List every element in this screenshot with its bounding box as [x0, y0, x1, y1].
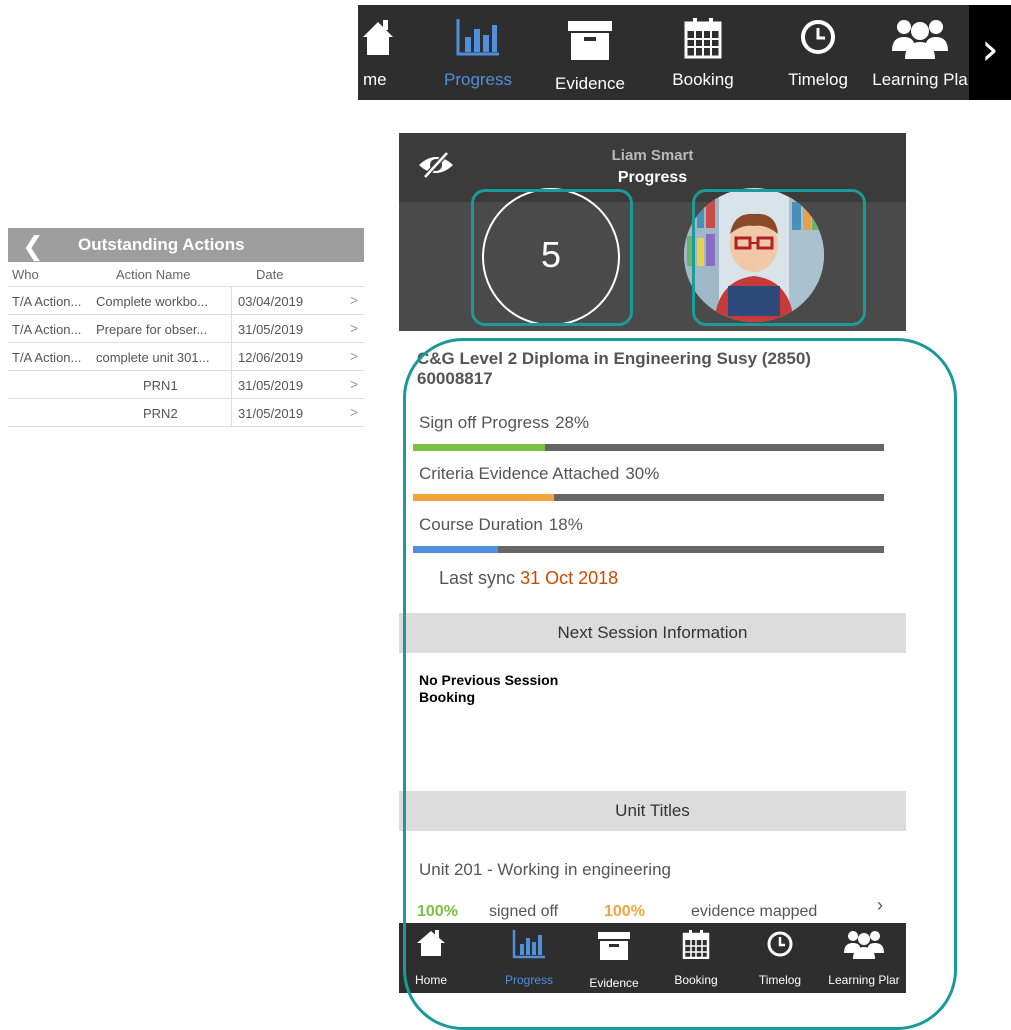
table-row[interactable]: T/A Action... complete unit 301... 12/06…: [8, 342, 364, 370]
tab-booking-label: Booking: [672, 70, 734, 89]
chevron-right-icon: >: [349, 404, 358, 420]
people-icon: [892, 17, 948, 64]
column-who: Who: [12, 267, 39, 282]
row-date: 31/05/2019: [238, 322, 304, 337]
row-date: 31/05/2019: [238, 378, 304, 393]
outstanding-actions-panel: ❮ Outstanding Actions Who Action Name Da…: [8, 228, 364, 427]
tab-home-label: me: [363, 70, 387, 89]
row-who: T/A Action...: [12, 350, 82, 365]
chevron-right-icon: >: [349, 292, 358, 308]
table-row[interactable]: T/A Action... Prepare for obser... 31/05…: [8, 314, 364, 342]
divider: [231, 287, 232, 314]
outstanding-actions-header: ❮ Outstanding Actions: [8, 228, 364, 262]
tab-evidence[interactable]: Evidence: [540, 5, 640, 100]
back-arrow-icon[interactable]: ❮: [22, 231, 44, 262]
home-icon: [361, 17, 395, 62]
chevron-right-icon: >: [349, 376, 358, 392]
table-row[interactable]: PRN1 31/05/2019 >: [8, 370, 364, 398]
clock-icon: [800, 17, 836, 62]
progress-chart-icon: [455, 17, 501, 62]
tab-learning-plan-label: Learning Pla: [872, 70, 968, 89]
chevron-right-icon[interactable]: ›: [969, 5, 1011, 100]
user-name: Liam Smart: [611, 147, 694, 164]
divider: [231, 399, 232, 426]
divider: [231, 315, 232, 342]
content-highlight: [403, 338, 957, 1030]
row-action: Prepare for obser...: [96, 322, 208, 337]
avatar-highlight: [692, 189, 866, 326]
row-date: 12/06/2019: [238, 350, 304, 365]
chevron-right-icon: >: [349, 320, 358, 336]
archive-box-icon: [567, 17, 613, 66]
tab-progress-label: Progress: [443, 70, 513, 89]
page-title: Progress: [617, 169, 688, 186]
table-header: Who Action Name Date: [8, 262, 364, 286]
row-date: 31/05/2019: [238, 406, 304, 421]
divider: [231, 371, 232, 398]
tab-timelog[interactable]: Timelog: [768, 5, 868, 100]
row-who: T/A Action...: [12, 322, 82, 337]
table-row[interactable]: T/A Action... Complete workbo... 03/04/2…: [8, 286, 364, 314]
divider: [231, 343, 232, 370]
chevron-right-icon: >: [349, 348, 358, 364]
tab-progress[interactable]: Progress: [428, 5, 528, 100]
column-date: Date: [256, 267, 284, 282]
tab-home[interactable]: me: [358, 5, 408, 100]
row-action: complete unit 301...: [96, 350, 210, 365]
row-action: Complete workbo...: [96, 294, 208, 309]
row-who: T/A Action...: [12, 294, 82, 309]
outstanding-actions-title: Outstanding Actions: [78, 235, 245, 254]
tab-learning-plan[interactable]: Learning Pla: [870, 5, 970, 100]
tab-booking[interactable]: Booking: [653, 5, 753, 100]
count-highlight: [471, 189, 633, 326]
tab-timelog-label: Timelog: [788, 70, 848, 89]
calendar-icon: [684, 17, 722, 64]
row-date: 03/04/2019: [238, 294, 304, 309]
table-row[interactable]: PRN2 31/05/2019 >: [8, 398, 364, 427]
top-tab-bar: me Progress Evidence Booking Timelog Lea…: [358, 5, 1011, 100]
column-action-name: Action Name: [116, 267, 191, 282]
row-action: PRN2: [143, 406, 178, 421]
tab-evidence-label: Evidence: [555, 74, 625, 93]
row-action: PRN1: [143, 378, 178, 393]
